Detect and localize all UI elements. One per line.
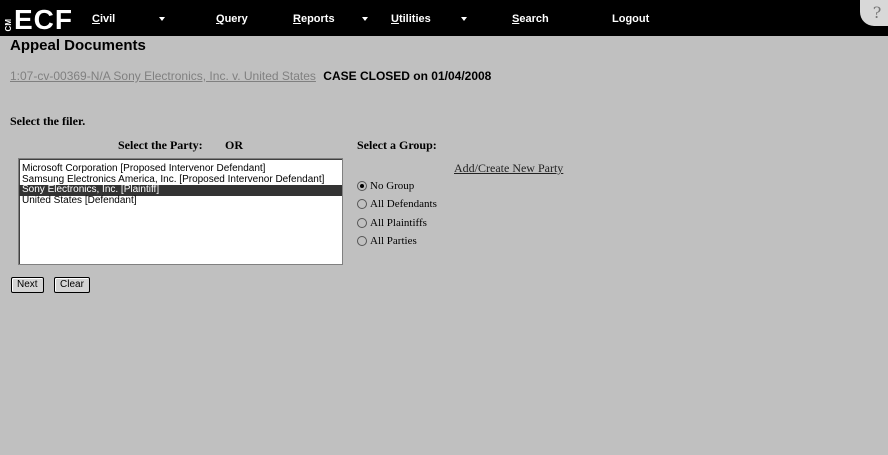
- radio-button[interactable]: [357, 218, 367, 228]
- select-group-label: Select a Group:: [357, 138, 437, 152]
- group-option-label: All Parties: [370, 235, 417, 247]
- nav-civil-mnemonic: C: [92, 13, 100, 25]
- nav-civil-label: ivil: [99, 13, 116, 25]
- group-option-label: No Group: [370, 180, 415, 192]
- party-option[interactable]: Microsoft Corporation [Proposed Interven…: [19, 163, 342, 175]
- nav-utilities-label: tilities: [398, 13, 431, 25]
- group-option-all-defendants[interactable]: All Defendants: [357, 198, 437, 210]
- nav-reports-mnemonic: R: [293, 13, 301, 25]
- nav-search-label: earch: [519, 13, 549, 25]
- logo-ecf-text: ECF: [14, 4, 73, 35]
- select-filer-label: Select the filer.: [10, 114, 86, 128]
- radio-button-checked[interactable]: [357, 181, 367, 191]
- nav-reports-label: eports: [300, 13, 335, 25]
- nav-logout[interactable]: Logout: [612, 13, 649, 25]
- group-option-all-plaintiffs[interactable]: All Plaintiffs: [357, 217, 427, 229]
- group-option-no-group[interactable]: No Group: [357, 180, 414, 192]
- case-link[interactable]: 1:07-cv-00369-N/A Sony Electronics, Inc.…: [10, 69, 316, 83]
- nav-civil[interactable]: Civil: [92, 13, 115, 25]
- group-option-all-parties[interactable]: All Parties: [357, 235, 417, 247]
- next-button[interactable]: Next: [11, 277, 44, 293]
- nav-query-label: uery: [224, 13, 248, 25]
- nav-query[interactable]: Query: [216, 13, 248, 25]
- utilities-caret-icon[interactable]: [461, 17, 467, 21]
- nav-reports[interactable]: Reports: [293, 13, 335, 25]
- party-option-selected[interactable]: Sony Electronics, Inc. [Plaintiff]: [19, 184, 342, 196]
- clear-button[interactable]: Clear: [54, 277, 90, 293]
- nav-utilities-mnemonic: U: [391, 13, 399, 25]
- cmecf-logo: CM ECF: [4, 2, 73, 35]
- case-line: 1:07-cv-00369-N/A Sony Electronics, Inc.…: [10, 69, 491, 83]
- logo-cm-text: CM: [4, 18, 13, 31]
- group-option-label: All Defendants: [370, 198, 437, 210]
- reports-caret-icon[interactable]: [362, 17, 368, 21]
- civil-caret-icon[interactable]: [159, 17, 165, 21]
- add-create-party-link[interactable]: Add/Create New Party: [454, 161, 563, 176]
- or-label: OR: [225, 138, 243, 152]
- nav-search[interactable]: Search: [512, 13, 549, 25]
- radio-button[interactable]: [357, 199, 367, 209]
- nav-query-mnemonic: Q: [216, 13, 225, 25]
- top-nav-bar: CM ECF Civil Query Reports Utilities Sea…: [0, 0, 888, 36]
- group-option-label: All Plaintiffs: [370, 217, 427, 229]
- case-status: CASE CLOSED on 01/04/2008: [323, 69, 492, 83]
- party-option[interactable]: United States [Defendant]: [19, 195, 342, 207]
- party-listbox[interactable]: Microsoft Corporation [Proposed Interven…: [18, 158, 343, 265]
- nav-utilities[interactable]: Utilities: [391, 13, 431, 25]
- page-title: Appeal Documents: [10, 37, 146, 54]
- nav-logout-label: Logout: [612, 13, 650, 25]
- select-party-label: Select the Party:: [118, 138, 203, 152]
- help-icon[interactable]: ?: [860, 0, 888, 26]
- radio-button[interactable]: [357, 236, 367, 246]
